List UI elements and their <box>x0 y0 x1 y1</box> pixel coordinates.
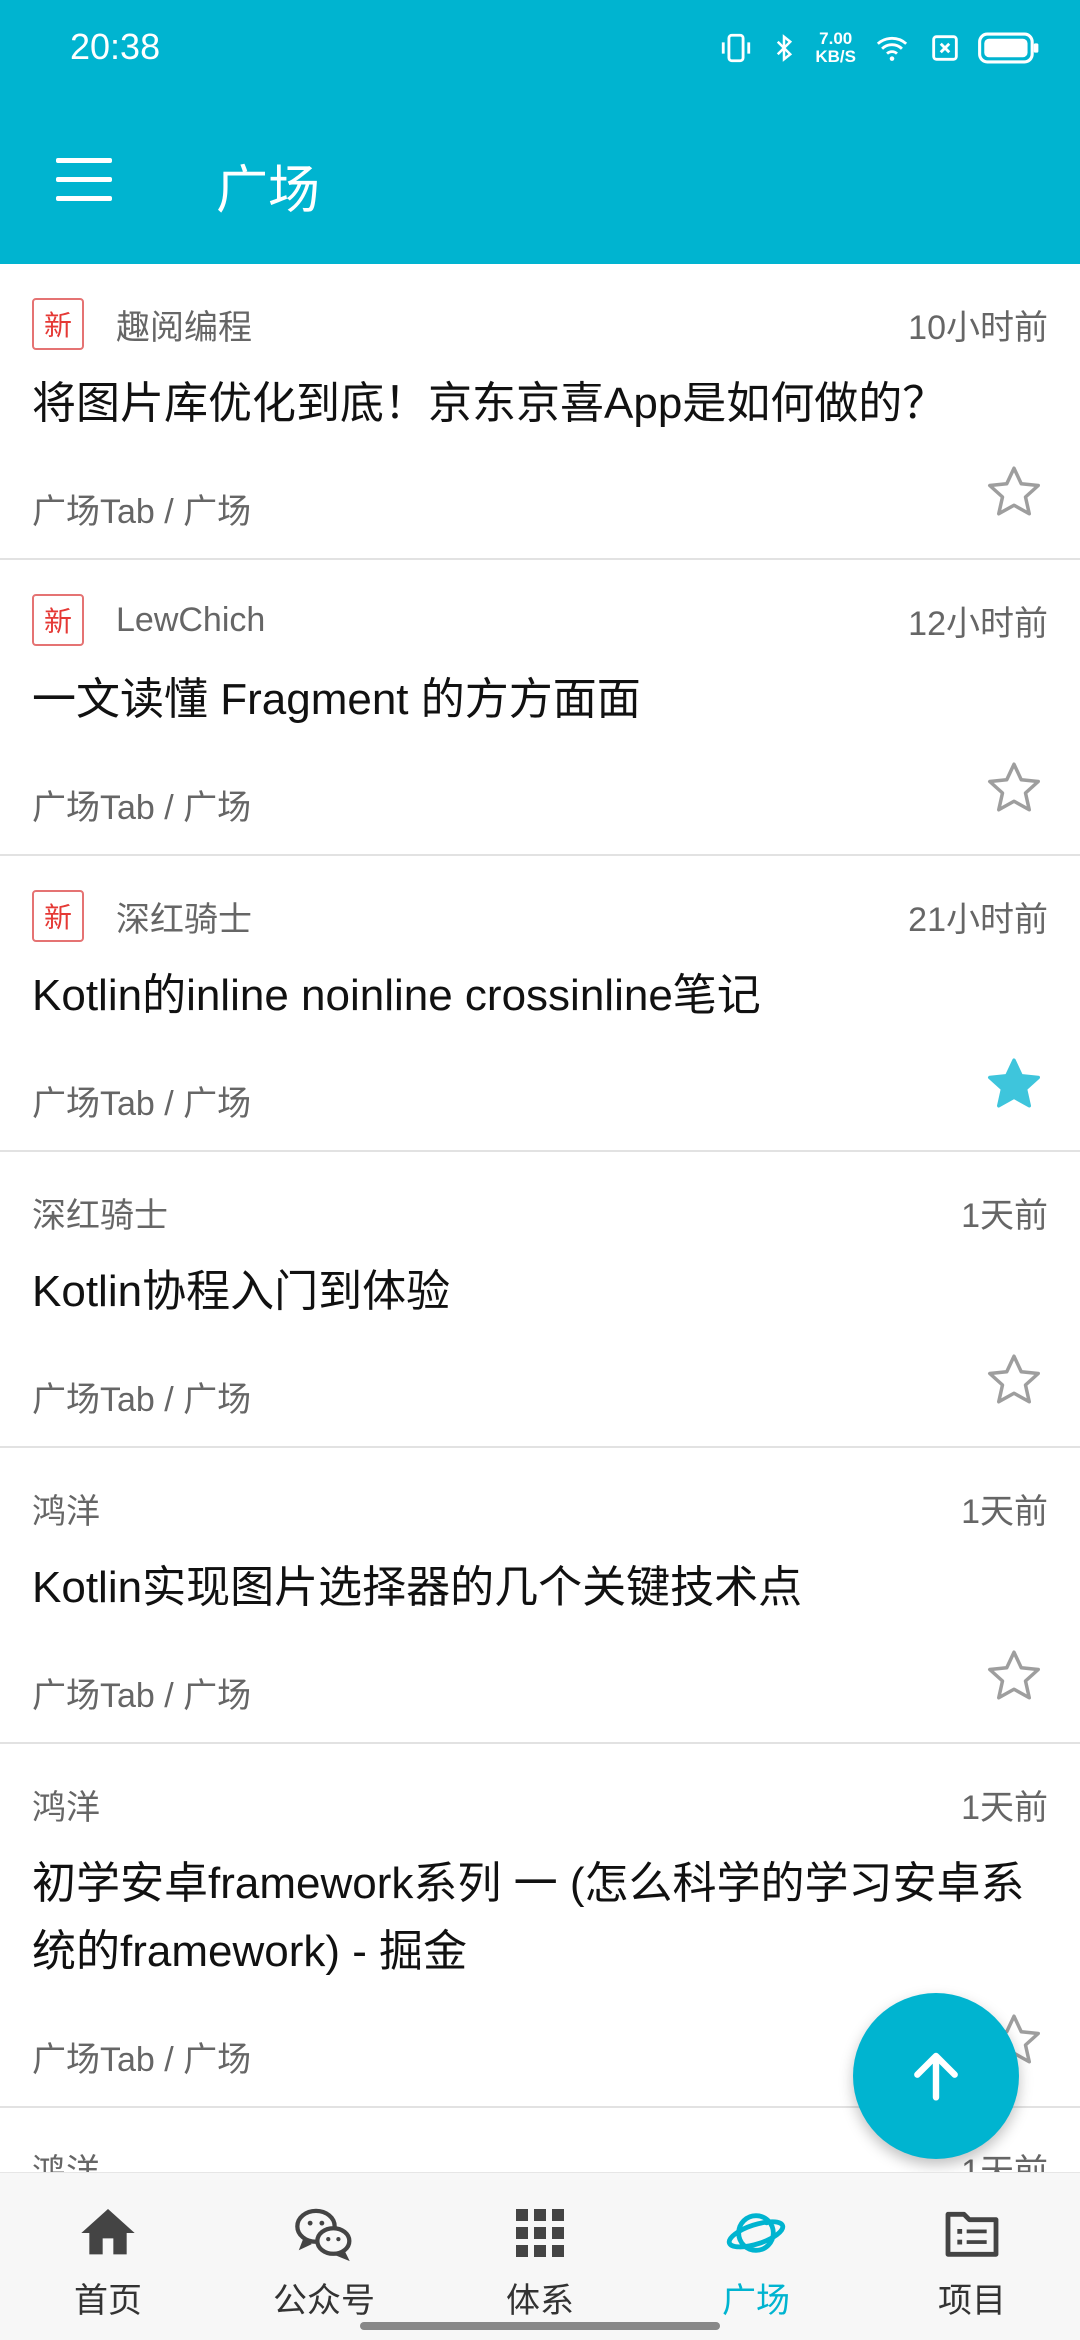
app-bar: 广场 <box>0 96 1080 264</box>
nav-label: 体系 <box>506 2282 574 2320</box>
status-time: 20:38 <box>70 26 161 67</box>
arrow-up-icon <box>914 2052 958 2101</box>
article-meta: 新 趣阅编程 10小时前 <box>32 298 1048 350</box>
bluetooth-icon <box>777 34 793 62</box>
sim-off-icon <box>932 35 958 61</box>
gesture-bar[interactable] <box>360 2322 720 2330</box>
article-author[interactable]: 深红骑士 <box>32 1188 168 1237</box>
article-list[interactable]: 新 趣阅编程 10小时前 将图片库优化到底！京东京喜App是如何做的？ 广场Ta… <box>0 264 1080 2172</box>
article-title[interactable]: 一文读懂 Fragment 的方方面面 <box>32 666 1032 734</box>
article-time: 10小时前 <box>908 308 1048 347</box>
article-meta: 鸿洋 1天前 <box>32 1778 1048 1830</box>
article-author[interactable]: 鸿洋 <box>32 1484 100 1533</box>
article-category[interactable]: 广场Tab / 广场 <box>32 780 251 829</box>
nav-item-home[interactable]: 首页 <box>0 2173 216 2340</box>
wechat-icon <box>295 2208 352 2262</box>
article-title[interactable]: 将图片库优化到底！京东京喜App是如何做的？ <box>32 370 1032 438</box>
page-title: 广场 <box>216 162 321 220</box>
article-category[interactable]: 广场Tab / 广场 <box>32 1668 251 1717</box>
nav-item-wechat[interactable]: 公众号 <box>216 2173 432 2340</box>
article-time: 1天前 <box>961 1788 1048 1827</box>
new-badge: 新 <box>32 298 84 350</box>
nav-item-square[interactable]: 广场 <box>648 2173 864 2340</box>
article-meta: 鸿洋 1天前 <box>32 1482 1048 1534</box>
article-time: 1天前 <box>961 1492 1048 1531</box>
star-filled-icon[interactable] <box>984 1054 1044 1114</box>
article-item[interactable]: 鸿洋 1天前 Kotlin实现图片选择器的几个关键技术点 广场Tab / 广场 <box>0 1448 1080 1744</box>
article-meta: 新 LewChich 12小时前 <box>32 594 1048 646</box>
nav-label: 首页 <box>74 2282 142 2320</box>
article-title[interactable]: Kotlin的inline noinline crossinline笔记 <box>32 962 1032 1030</box>
speed-value: 7.00 <box>819 29 853 48</box>
home-icon <box>81 2209 135 2255</box>
grid-icon <box>516 2209 564 2257</box>
status-bar: 20:38 7.00 KB/S <box>0 0 1080 96</box>
article-title[interactable]: Kotlin协程入门到体验 <box>32 1258 1032 1326</box>
article-category[interactable]: 广场Tab / 广场 <box>32 1076 251 1125</box>
star-outline-icon[interactable] <box>984 462 1044 522</box>
scroll-to-top-button[interactable] <box>853 1993 1019 2159</box>
battery-icon <box>978 32 1039 64</box>
new-badge: 新 <box>32 594 84 646</box>
nav-item-system[interactable]: 体系 <box>432 2173 648 2340</box>
network-speed: 7.00 KB/S <box>815 30 856 66</box>
article-time: 21小时前 <box>908 900 1048 939</box>
star-outline-icon[interactable] <box>984 1646 1044 1706</box>
article-item[interactable]: 新 LewChich 12小时前 一文读懂 Fragment 的方方面面 广场T… <box>0 560 1080 856</box>
nav-label: 公众号 <box>273 2282 375 2320</box>
project-icon <box>945 2211 999 2257</box>
article-category[interactable]: 广场Tab / 广场 <box>32 2032 251 2081</box>
bottom-nav: 首页 公众号 体系 广场 项目 <box>0 2172 1080 2340</box>
vibrate-icon <box>722 33 751 63</box>
article-author[interactable]: 深红骑士 <box>116 892 252 941</box>
article-item[interactable]: 深红骑士 1天前 Kotlin协程入门到体验 广场Tab / 广场 <box>0 1152 1080 1448</box>
article-item[interactable]: 新 趣阅编程 10小时前 将图片库优化到底！京东京喜App是如何做的？ 广场Ta… <box>0 264 1080 560</box>
article-meta: 新 深红骑士 21小时前 <box>32 890 1048 942</box>
status-icons: 7.00 KB/S <box>719 22 1040 74</box>
article-category[interactable]: 广场Tab / 广场 <box>32 1372 251 1421</box>
star-outline-icon[interactable] <box>984 1350 1044 1410</box>
nav-label: 项目 <box>938 2282 1006 2320</box>
star-outline-icon[interactable] <box>984 758 1044 818</box>
article-author[interactable]: 鸿洋 <box>32 2144 100 2173</box>
article-item[interactable]: 新 深红骑士 21小时前 Kotlin的inline noinline cros… <box>0 856 1080 1152</box>
article-title[interactable]: Kotlin实现图片选择器的几个关键技术点 <box>32 1554 1032 1622</box>
article-author[interactable]: 趣阅编程 <box>116 300 252 349</box>
planet-icon <box>726 2213 786 2253</box>
menu-icon[interactable] <box>56 158 112 202</box>
article-author[interactable]: LewChich <box>116 601 265 640</box>
new-badge: 新 <box>32 890 84 942</box>
speed-unit: KB/S <box>815 47 856 66</box>
article-meta: 深红骑士 1天前 <box>32 1186 1048 1238</box>
article-category[interactable]: 广场Tab / 广场 <box>32 484 251 533</box>
article-time: 12小时前 <box>908 604 1048 643</box>
nav-label: 广场 <box>722 2282 790 2320</box>
article-time: 1天前 <box>961 1196 1048 1235</box>
article-author[interactable]: 鸿洋 <box>32 1780 100 1829</box>
wifi-icon <box>876 36 908 61</box>
article-title[interactable]: 初学安卓framework系列 一 (怎么科学的学习安卓系统的framework… <box>32 1850 1032 1986</box>
nav-item-project[interactable]: 项目 <box>864 2173 1080 2340</box>
